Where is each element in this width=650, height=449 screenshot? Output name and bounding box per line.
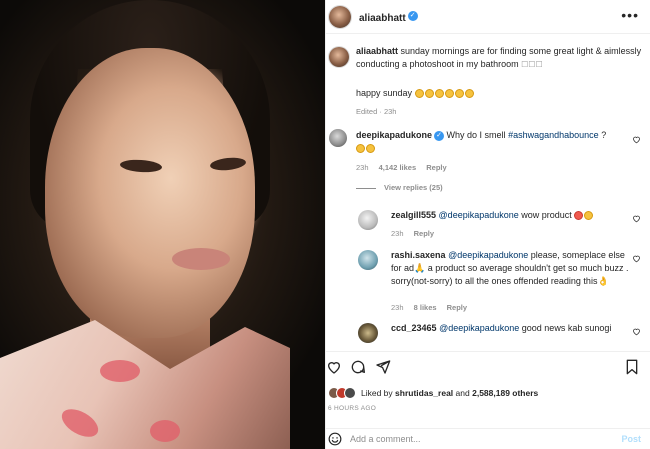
reply-like-heart-icon[interactable] [632,254,641,263]
comment-time[interactable]: 23h [356,163,369,172]
comment-meta: 23h 4,142 likes Reply [356,163,447,172]
comment-reply-button[interactable]: Reply [426,163,446,172]
view-replies-label[interactable]: View replies (25) [384,183,443,192]
reply-mention[interactable]: @deepikapadukone [448,250,528,260]
photo-face [45,48,255,338]
comment-body: deepikapadukone ✓ Why do I smell #ashwaga… [356,129,636,155]
comment-text: Why do I smell [446,130,506,140]
author-avatar[interactable] [329,5,351,28]
author-name-wrap: aliaabhatt ✓ [359,8,418,26]
reply-avatar[interactable] [358,323,378,343]
scream-emoji-icon [584,211,594,221]
comment-like-heart-icon[interactable] [632,135,641,144]
reply-body: ccd_23465 @deepikapadukone good news kab… [391,322,631,335]
comment-suffix: ? [601,130,607,140]
sun-emoji-icon [444,89,454,99]
heart-eyes-emoji-icon [574,211,584,221]
reply-likes[interactable]: 8 likes [414,303,437,312]
reply-reply-button[interactable]: Reply [447,303,467,312]
smile-emoji-icon [356,144,365,154]
likes-summary: Liked by shrutidas_real and 2,588,189 ot… [326,383,650,403]
heart-icon[interactable] [326,359,342,375]
reply-text: good news kab sunogi [521,323,612,333]
reply-username[interactable]: rashi.saxena [391,250,446,260]
likes-text: Liked by shrutidas_real and 2,588,189 ot… [361,387,538,400]
comment-hashtag[interactable]: #ashwagandhabounce [508,130,599,140]
reply-username[interactable]: ccd_23465 [391,323,437,333]
comment-username[interactable]: deepikapadukone [356,130,432,140]
comment-likes[interactable]: 4,142 likes [379,163,417,172]
caption-line-2: happy sunday [356,87,475,100]
likes-prefix: Liked by [361,387,393,398]
caption-meta: Edited · 23h [356,107,397,116]
verified-badge-icon: ✓ [434,130,445,141]
emoji-picker-icon[interactable] [328,432,342,446]
sun-emoji-icon [464,89,474,99]
action-bar [326,351,650,381]
reply-like-heart-icon[interactable] [632,214,641,223]
photo-shirt-print [150,420,180,442]
likes-count[interactable]: 2,588,189 others [472,388,538,398]
reply-body: zealgill555 @deepikapadukone wow product [391,209,631,222]
reply-avatar[interactable] [358,210,378,230]
caption-avatar[interactable] [329,47,349,67]
liker-avatar [344,387,356,399]
comment-input[interactable] [350,434,590,444]
post-timestamp[interactable]: 6 HOURS AGO [328,405,376,412]
sun-emoji-icon [454,89,464,99]
verified-badge-icon: ✓ [407,11,418,22]
reply-time[interactable]: 23h [391,303,404,312]
reply-like-heart-icon[interactable] [632,327,641,336]
post-comment-button[interactable]: Post [621,434,641,444]
caption-username[interactable]: aliaabhatt [356,46,398,56]
likes-middle: and [455,387,470,398]
view-replies-line [356,187,376,189]
reply-mention[interactable]: @deepikapadukone [439,210,519,220]
reply-body: rashi.saxena @deepikapadukone please, so… [391,249,631,288]
caption-time[interactable]: 23h [384,107,397,116]
comment-avatar[interactable] [329,129,347,147]
reply-reply-button[interactable]: Reply [414,229,434,238]
share-icon[interactable] [375,359,391,375]
reply-text: wow product [521,210,572,220]
reply-meta: 23h Reply [391,229,434,238]
reply-avatar[interactable] [358,250,378,270]
photo-shirt-print [100,360,140,382]
smile-emoji-icon [366,144,375,154]
comment-composer: Post [326,428,650,449]
photo-lips [172,248,230,270]
caption-body: aliaabhatt sunday mornings are for findi… [356,45,644,71]
post-header: aliaabhatt ✓ ••• [326,0,650,34]
comments-scroll[interactable]: aliaabhatt sunday mornings are for findi… [326,35,650,350]
caption-edited: Edited [356,107,378,116]
sun-emoji-icon [434,89,444,99]
post-detail-panel: aliaabhatt ✓ ••• aliaabhatt sunday mornin… [325,0,650,449]
sun-emoji-icon [414,89,424,99]
more-options-icon[interactable]: ••• [621,8,639,22]
caption-emoji: ☐☐☐ [521,60,543,69]
post-photo[interactable] [0,0,325,449]
view-replies[interactable]: View replies (25) [356,183,650,192]
bookmark-icon[interactable] [625,359,639,375]
caption-second-line: happy sunday [356,88,413,98]
sun-emoji-icon [424,89,434,99]
author-username[interactable]: aliaabhatt [359,13,406,24]
comment-icon[interactable] [350,359,366,375]
reply-meta: 23h 8 likes Reply [391,303,467,312]
reply-mention[interactable]: @deepikapadukone [439,323,519,333]
likes-user[interactable]: shrutidas_real [395,388,453,398]
reply-time[interactable]: 23h [391,229,404,238]
caption-text: sunday mornings are for finding some gre… [356,46,642,69]
reply-username[interactable]: zealgill555 [391,210,436,220]
